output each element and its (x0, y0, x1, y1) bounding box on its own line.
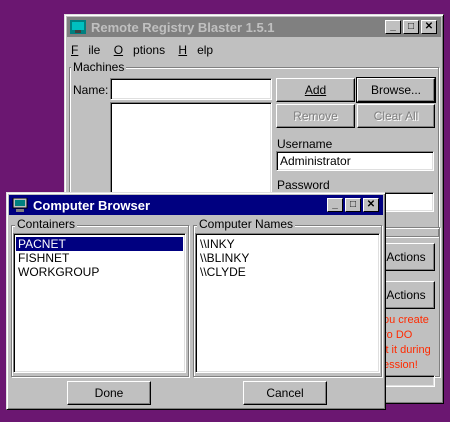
cancel-button[interactable]: Cancel (243, 381, 327, 405)
menu-help[interactable]: Help (178, 43, 213, 57)
close-icon[interactable]: ✕ (421, 20, 437, 34)
container-item[interactable]: FISHNET (16, 251, 183, 265)
browse-button[interactable]: Browse... (356, 77, 436, 103)
menu-file[interactable]: File (71, 43, 100, 57)
main-window-title: Remote Registry Blaster 1.5.1 (91, 19, 275, 35)
username-input[interactable]: Administrator (276, 151, 434, 171)
remove-button[interactable]: Remove (276, 104, 355, 128)
menu-options[interactable]: Options (114, 43, 165, 57)
maximize-icon[interactable]: □ (403, 20, 419, 34)
dialog-title: Computer Browser (33, 197, 151, 213)
done-button[interactable]: Done (67, 381, 151, 405)
menu-bar: File Options Help (65, 37, 443, 58)
add-button[interactable]: Add (276, 78, 355, 102)
minimize-icon[interactable]: _ (327, 198, 343, 212)
name-label: Name: (73, 83, 109, 97)
app-icon (70, 20, 86, 34)
computer-item[interactable]: \\BLINKY (198, 251, 377, 265)
computer-names-label: Computer Names (197, 217, 296, 231)
password-label: Password (277, 178, 330, 192)
computer-icon (12, 197, 28, 212)
containers-list[interactable]: PACNET FISHNET WORKGROUP (13, 233, 186, 373)
containers-label: Containers (15, 217, 78, 231)
machines-group-label: Machines (71, 60, 127, 74)
computer-item[interactable]: \\INKY (198, 237, 377, 251)
container-item[interactable]: PACNET (16, 237, 183, 251)
close-icon[interactable]: ✕ (363, 198, 379, 212)
name-input[interactable] (110, 78, 272, 100)
main-title-bar[interactable]: Remote Registry Blaster 1.5.1 _ □ ✕ (67, 17, 441, 37)
clear-all-button[interactable]: Clear All (357, 104, 435, 128)
computer-names-list[interactable]: \\INKY \\BLINKY \\CLYDE (195, 233, 380, 373)
computer-browser-dialog: Computer Browser _ □ ✕ Containers PACNET… (6, 192, 386, 410)
dialog-title-bar[interactable]: Computer Browser _ □ ✕ (9, 195, 383, 215)
container-item[interactable]: WORKGROUP (16, 265, 183, 279)
username-label: Username (277, 137, 333, 151)
computer-item[interactable]: \\CLYDE (198, 265, 377, 279)
warning-note: ou create ro DO it it during ession! (383, 314, 431, 371)
minimize-icon[interactable]: _ (385, 20, 401, 34)
maximize-icon[interactable]: □ (345, 198, 361, 212)
